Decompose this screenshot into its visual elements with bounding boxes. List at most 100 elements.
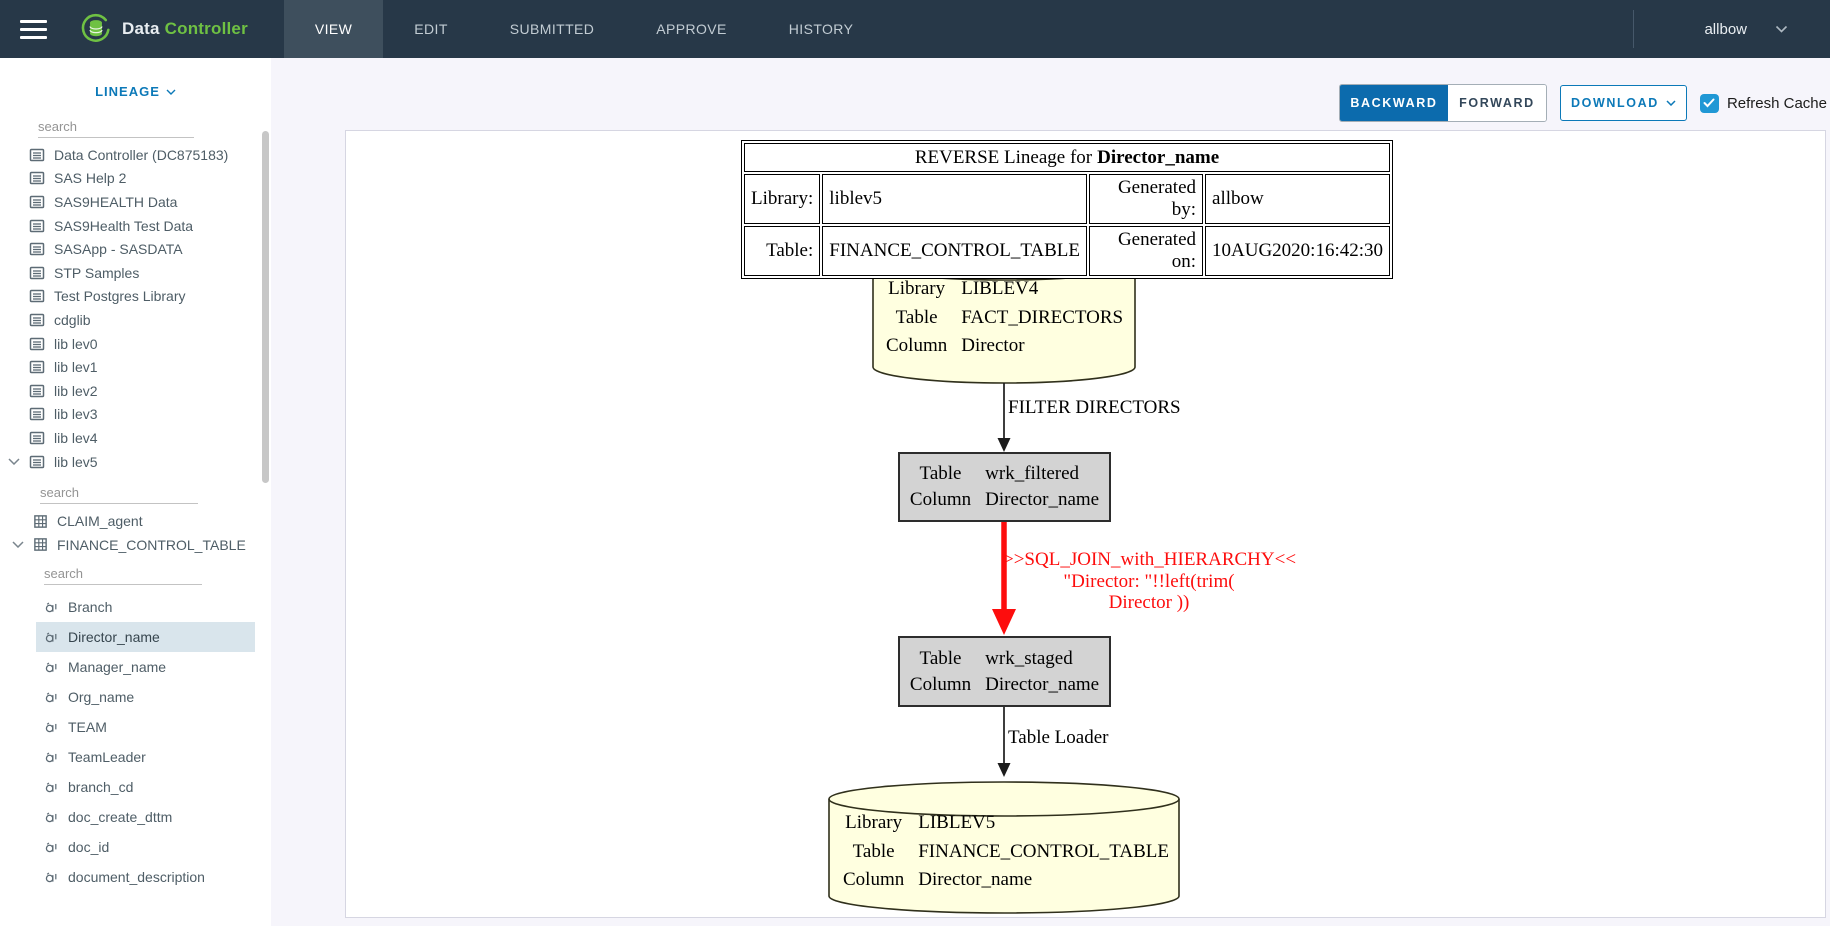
sidebar-column-item[interactable]: TEAM	[36, 712, 255, 742]
lineage-diagram-canvas: REVERSE Lineage forDirector_name Library…	[345, 130, 1826, 918]
character-column-icon	[44, 840, 59, 855]
library-icon	[29, 170, 45, 186]
meta-library-value: liblev5	[822, 174, 1087, 224]
sidebar-library-item[interactable]: cdglib	[0, 308, 271, 332]
edge-loader-label: Table Loader	[1008, 727, 1108, 749]
library-icon	[29, 288, 45, 304]
wrk-filtered-node: Table wrk_filtered Column Director_name	[898, 452, 1111, 522]
table-icon	[33, 514, 48, 529]
chevron-down-icon	[166, 89, 176, 95]
target-cylinder-node: Library LIBLEV5 Table FINANCE_CONTROL_TA…	[843, 812, 1169, 891]
column-label: branch_cd	[68, 779, 133, 795]
hamburger-menu-icon[interactable]	[20, 0, 47, 58]
library-label: cdglib	[54, 312, 91, 328]
column-label: Manager_name	[68, 659, 166, 675]
sidebar-column-item[interactable]: Branch	[36, 592, 255, 622]
sidebar-library-item[interactable]: SAS9HEALTH Data	[0, 190, 271, 214]
library-label: lib lev3	[54, 406, 98, 422]
navbar-right: allbow	[1633, 0, 1830, 58]
wrk-staged-node: Table wrk_staged Column Director_name	[898, 636, 1111, 707]
nav-tab[interactable]: EDIT	[383, 0, 479, 58]
library-icon	[29, 406, 45, 422]
library-icon	[29, 359, 45, 375]
character-column-icon	[44, 720, 59, 735]
sidebar-library-item[interactable]: lib lev4	[0, 426, 271, 450]
library-icon	[29, 454, 45, 470]
refresh-cache-toggle[interactable]: Refresh Cache	[1700, 94, 1827, 113]
app-title: DataController	[122, 19, 248, 39]
meta-library-label: Library:	[744, 174, 820, 224]
meta-generated-on-value: 10AUG2020:16:42:30	[1205, 226, 1390, 276]
column-label: Branch	[68, 599, 112, 615]
sidebar-column-item[interactable]: Manager_name	[36, 652, 255, 682]
sidebar-library-item[interactable]: SAS9Health Test Data	[0, 214, 271, 238]
direction-button-group: BACKWARD FORWARD	[1339, 84, 1547, 122]
library-label: lib lev4	[54, 430, 98, 446]
library-icon	[29, 430, 45, 446]
top-navbar: DataController VIEWEDITSUBMITTEDAPPROVEH…	[0, 0, 1830, 58]
meta-generated-by-label: Generated by:	[1089, 174, 1203, 224]
library-label: lib lev5	[54, 454, 98, 470]
character-column-icon	[44, 600, 59, 615]
library-icon	[29, 336, 45, 352]
app-logo: DataController	[79, 0, 248, 58]
sidebar-library-item[interactable]: SASApp - SASDATA	[0, 237, 271, 261]
library-icon	[29, 147, 45, 163]
download-button[interactable]: DOWNLOAD	[1560, 85, 1687, 121]
edge-filter-arrowhead	[998, 438, 1011, 452]
forward-button[interactable]: FORWARD	[1448, 85, 1546, 121]
nav-tab[interactable]: VIEW	[284, 0, 383, 58]
column-search-input[interactable]	[44, 563, 202, 585]
user-menu[interactable]: allbow	[1634, 21, 1830, 38]
nav-tab[interactable]: SUBMITTED	[479, 0, 626, 58]
sidebar-column-item[interactable]: Org_name	[36, 682, 255, 712]
library-list: Data Controller (DC875183)	[0, 143, 271, 473]
sidebar-column-item[interactable]: doc_create_dttm	[36, 802, 255, 832]
sidebar-scrollbar-thumb[interactable]	[262, 131, 269, 483]
library-label: STP Samples	[54, 265, 139, 281]
column-label: doc_id	[68, 839, 109, 855]
check-icon	[1703, 98, 1715, 108]
sidebar-library-item[interactable]: lib lev3	[0, 403, 271, 427]
sidebar-column-item[interactable]: document_description	[36, 862, 255, 892]
meta-generated-on-label: Generated on:	[1089, 226, 1203, 276]
sidebar-column-item[interactable]: Director_name	[36, 622, 255, 652]
sidebar-library-item[interactable]: Test Postgres Library	[0, 285, 271, 309]
sidebar-table-item[interactable]: FINANCE_CONTROL_TABLE	[0, 533, 271, 557]
character-column-icon	[44, 870, 59, 885]
library-icon	[29, 383, 45, 399]
sidebar-library-item[interactable]: SAS Help 2	[0, 167, 271, 191]
main-nav-tabs: VIEWEDITSUBMITTEDAPPROVEHISTORY	[284, 0, 884, 58]
lineage-mode-dropdown[interactable]: LINEAGE	[0, 84, 271, 99]
library-label: Test Postgres Library	[54, 288, 186, 304]
sidebar-column-item[interactable]: TeamLeader	[36, 742, 255, 772]
sidebar-library-item[interactable]: lib lev0	[0, 332, 271, 356]
meta-table-label: Table:	[744, 226, 820, 276]
meta-generated-by-value: allbow	[1205, 174, 1390, 224]
sidebar-library-item[interactable]: STP Samples	[0, 261, 271, 285]
lineage-label: LINEAGE	[95, 84, 160, 99]
sidebar-library-item[interactable]: lib lev1	[0, 355, 271, 379]
logo-database-cycle-icon	[79, 12, 113, 46]
sidebar-library-item[interactable]: lib lev5	[0, 450, 271, 474]
sidebar-column-item[interactable]: branch_cd	[36, 772, 255, 802]
column-label: Director_name	[68, 629, 160, 645]
table-search-input[interactable]	[40, 482, 198, 504]
checkbox-checked-icon[interactable]	[1700, 94, 1719, 113]
sidebar-library-item[interactable]: Data Controller (DC875183)	[0, 143, 271, 167]
sidebar-library-item[interactable]: lib lev2	[0, 379, 271, 403]
nav-tab[interactable]: APPROVE	[625, 0, 758, 58]
nav-tab[interactable]: HISTORY	[758, 0, 885, 58]
refresh-cache-label: Refresh Cache	[1727, 95, 1827, 112]
sidebar-table-item[interactable]: CLAIM_agent	[0, 509, 271, 533]
table-label: FINANCE_CONTROL_TABLE	[57, 537, 246, 553]
sidebar-column-item[interactable]: doc_id	[36, 832, 255, 862]
library-search-input[interactable]	[38, 116, 194, 138]
library-icon	[29, 312, 45, 328]
table-label: CLAIM_agent	[57, 513, 143, 529]
username: allbow	[1704, 21, 1747, 38]
table-list: CLAIM_agent	[0, 509, 271, 556]
edge-filter-label: FILTER DIRECTORS	[1008, 397, 1181, 419]
column-label: TeamLeader	[68, 749, 146, 765]
backward-button[interactable]: BACKWARD	[1340, 85, 1448, 121]
